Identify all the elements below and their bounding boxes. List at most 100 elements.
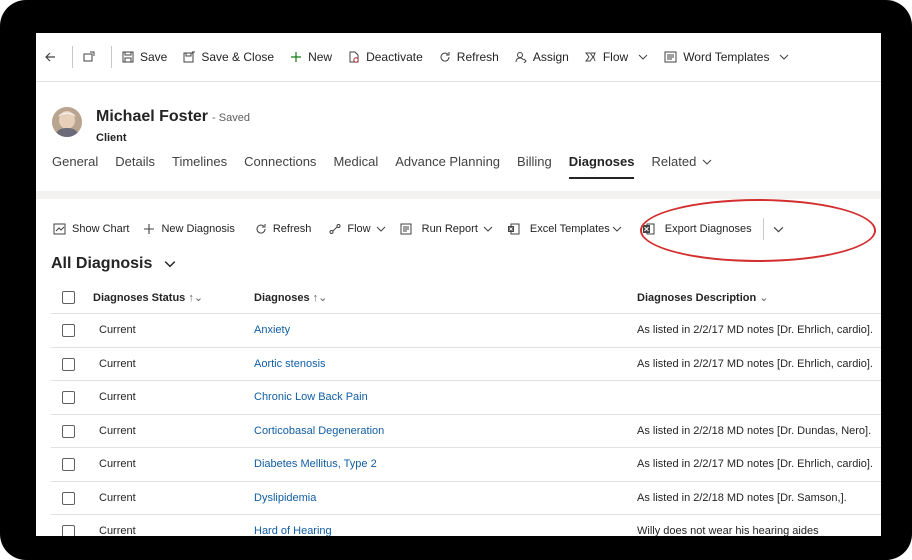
column-header-status[interactable]: Diagnoses Status ↑⌄ (93, 291, 203, 304)
description-cell: As listed in 2/2/18 MD notes [Dr. Samson… (637, 491, 847, 504)
chevron-down-icon (165, 261, 176, 268)
row-checkbox[interactable] (62, 525, 75, 536)
save-close-button[interactable]: Save & Close (175, 42, 282, 72)
table-row[interactable]: Current Hard of Hearing Willy does not w… (51, 515, 881, 536)
column-header-status-label: Diagnoses Status (93, 292, 186, 304)
table-row[interactable]: Current Chronic Low Back Pain (51, 381, 881, 415)
refresh-icon (440, 52, 450, 62)
excel-export-icon (642, 223, 655, 235)
description-cell: As listed in 2/2/18 MD notes [Dr. Dundas… (637, 424, 872, 437)
chevron-down-icon (483, 226, 493, 232)
chevron-down-icon (773, 226, 783, 232)
word-templates-button[interactable]: Word Templates (656, 42, 797, 72)
show-chart-button[interactable]: Show Chart (46, 213, 136, 245)
report-icon (400, 223, 412, 235)
new-window-icon (83, 51, 95, 62)
new-label: New (308, 50, 333, 64)
tab-billing[interactable]: Billing (517, 154, 552, 179)
diagnosis-link[interactable]: Anxiety (254, 324, 290, 336)
column-header-description[interactable]: Diagnoses Description ⌄ (637, 291, 768, 304)
record-header: Michael Foster - Saved Client General Det… (36, 81, 881, 191)
run-report-button[interactable]: Run Report (393, 213, 500, 245)
back-button[interactable] (36, 42, 70, 72)
column-header-diagnoses[interactable]: Diagnoses ↑⌄ (254, 291, 327, 304)
diagnosis-link[interactable]: Dyslipidemia (254, 492, 316, 504)
subgrid-refresh-label: Refresh (272, 223, 312, 235)
export-diagnoses-button[interactable]: Export Diagnoses (635, 213, 759, 245)
save-button[interactable]: Save (114, 42, 175, 72)
export-diagnoses-label: Export Diagnoses (664, 223, 752, 235)
row-checkbox[interactable] (62, 491, 75, 505)
row-checkbox[interactable] (62, 357, 75, 371)
flow-icon (329, 224, 341, 234)
divider (72, 46, 73, 68)
table-row[interactable]: Current Aortic stenosis As listed in 2/2… (51, 348, 881, 381)
avatar (52, 107, 82, 137)
run-report-label: Run Report (421, 223, 478, 235)
diagnoses-grid: Diagnoses Status ↑⌄ Diagnoses ↑⌄ Diagnoses… (51, 281, 881, 536)
tab-diagnoses[interactable]: Diagnoses (568, 154, 635, 179)
deactivate-label: Deactivate (366, 50, 423, 64)
row-checkbox[interactable] (62, 458, 75, 471)
row-checkbox[interactable] (62, 424, 75, 438)
assign-button[interactable]: Assign (507, 42, 577, 72)
tab-general[interactable]: General (52, 154, 98, 179)
new-button[interactable]: New (282, 42, 340, 72)
status-cell: Current (99, 357, 136, 370)
subgrid-flow-button[interactable]: Flow (322, 213, 392, 245)
diagnosis-link[interactable]: Aortic stenosis (254, 358, 326, 370)
open-new-window-button[interactable] (75, 42, 109, 72)
diagnosis-link[interactable]: Diabetes Mellitus, Type 2 (254, 458, 377, 470)
status-cell: Current (99, 391, 136, 403)
status-cell: Current (99, 491, 136, 504)
description-cell: As listed in 2/2/17 MD notes [Dr. Ehrlic… (637, 324, 873, 336)
chevron-down-icon (780, 54, 789, 60)
record-title: Michael Foster - Saved (96, 108, 250, 126)
tab-timelines[interactable]: Timelines (172, 154, 227, 179)
more-commands-button[interactable] (766, 213, 791, 245)
subgrid-flow-label: Flow (347, 223, 371, 235)
table-row[interactable]: Current Anxiety As listed in 2/2/17 MD n… (51, 314, 881, 348)
select-all-checkbox[interactable] (62, 291, 75, 304)
diagnosis-link[interactable]: Chronic Low Back Pain (254, 391, 368, 403)
flow-button[interactable]: Flow (577, 42, 656, 72)
word-templates-label: Word Templates (683, 50, 770, 64)
subgrid-refresh-button[interactable]: Refresh (248, 213, 319, 245)
table-row[interactable]: Current Diabetes Mellitus, Type 2 As lis… (51, 448, 881, 482)
status-cell: Current (99, 424, 136, 437)
save-label: Save (140, 50, 168, 64)
status-cell: Current (99, 458, 136, 470)
word-template-icon (664, 51, 677, 63)
refresh-icon (256, 224, 266, 234)
refresh-button[interactable]: Refresh (431, 42, 507, 72)
tab-details[interactable]: Details (115, 154, 155, 179)
table-row[interactable]: Current Corticobasal Degeneration As lis… (51, 415, 881, 448)
new-diagnosis-label: New Diagnosis (161, 223, 235, 235)
excel-templates-button[interactable]: Excel Templates (500, 213, 629, 245)
row-checkbox[interactable] (62, 324, 75, 337)
profile-photo-icon (52, 107, 82, 137)
status-cell: Current (99, 324, 136, 336)
view-title: All Diagnosis (51, 255, 153, 272)
deactivate-icon (349, 51, 359, 63)
sort-ascending-icon: ↑⌄ (188, 292, 204, 304)
chart-icon (53, 223, 66, 235)
save-icon (122, 51, 134, 63)
row-checkbox[interactable] (62, 391, 75, 404)
column-header-diagnoses-label: Diagnoses (254, 292, 310, 304)
diagnosis-link[interactable]: Hard of Hearing (254, 525, 332, 536)
table-row[interactable]: Current Dyslipidemia As listed in 2/2/18… (51, 482, 881, 515)
diagnosis-link[interactable]: Corticobasal Degeneration (254, 425, 384, 437)
status-cell: Current (99, 525, 136, 536)
tab-connections[interactable]: Connections (244, 154, 316, 179)
tab-medical[interactable]: Medical (333, 154, 378, 179)
deactivate-button[interactable]: Deactivate (340, 42, 431, 72)
chevron-down-icon (612, 226, 622, 232)
tab-advance-planning[interactable]: Advance Planning (395, 154, 500, 179)
entity-type: Client (96, 132, 127, 144)
new-diagnosis-button[interactable]: New Diagnosis (136, 213, 241, 245)
chevron-down-icon (638, 54, 648, 60)
view-selector[interactable]: All Diagnosis (51, 255, 176, 273)
save-status: - Saved (212, 112, 250, 124)
tab-related[interactable]: Related (651, 154, 712, 179)
